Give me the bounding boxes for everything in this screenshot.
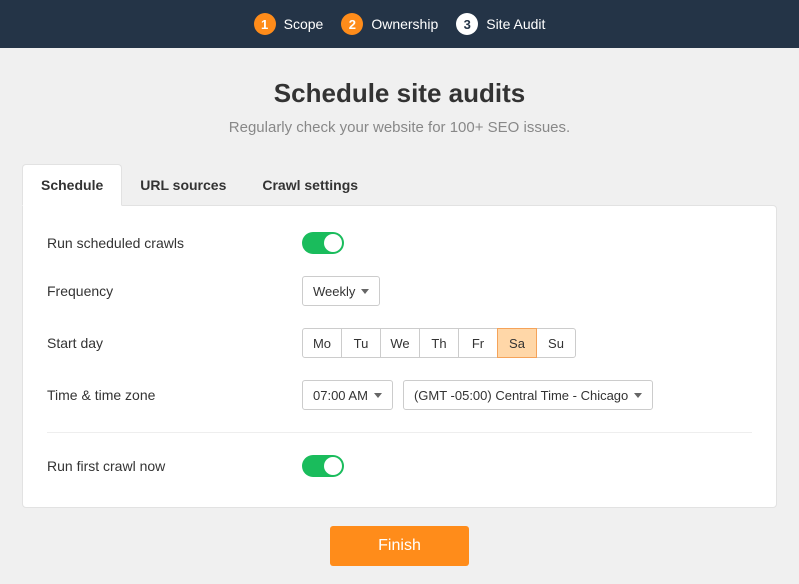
step-site-audit: 3 Site Audit [456,13,545,35]
finish-button[interactable]: Finish [330,526,469,566]
tab-url-sources[interactable]: URL sources [122,164,244,206]
run-scheduled-label: Run scheduled crawls [47,235,302,251]
tab-bar: Schedule URL sources Crawl settings [16,164,783,206]
day-we[interactable]: We [380,328,420,358]
chevron-down-icon [634,393,642,398]
step-label: Site Audit [486,16,545,32]
timezone-value: (GMT -05:00) Central Time - Chicago [414,388,628,403]
page-title: Schedule site audits [16,78,783,109]
schedule-panel: Run scheduled crawls Frequency Weekly St… [22,205,777,508]
step-badge: 3 [456,13,478,35]
time-value: 07:00 AM [313,388,368,403]
tab-schedule[interactable]: Schedule [22,164,122,206]
step-label: Scope [284,16,324,32]
chevron-down-icon [361,289,369,294]
day-su[interactable]: Su [536,328,576,358]
divider [47,432,752,433]
tab-crawl-settings[interactable]: Crawl settings [244,164,376,206]
day-sa[interactable]: Sa [497,328,537,358]
start-day-label: Start day [47,335,302,351]
step-badge: 1 [254,13,276,35]
step-label: Ownership [371,16,438,32]
frequency-select[interactable]: Weekly [302,276,380,306]
step-badge: 2 [341,13,363,35]
run-first-label: Run first crawl now [47,458,302,474]
time-select[interactable]: 07:00 AM [302,380,393,410]
chevron-down-icon [374,393,382,398]
day-tu[interactable]: Tu [341,328,381,358]
wizard-stepper: 1 Scope 2 Ownership 3 Site Audit [0,0,799,48]
day-fr[interactable]: Fr [458,328,498,358]
frequency-value: Weekly [313,284,355,299]
page-subtitle: Regularly check your website for 100+ SE… [16,119,783,136]
day-picker: Mo Tu We Th Fr Sa Su [302,328,576,358]
day-th[interactable]: Th [419,328,459,358]
step-scope: 1 Scope [254,13,324,35]
run-first-toggle[interactable] [302,455,344,477]
run-scheduled-toggle[interactable] [302,232,344,254]
timezone-select[interactable]: (GMT -05:00) Central Time - Chicago [403,380,653,410]
day-mo[interactable]: Mo [302,328,342,358]
time-tz-label: Time & time zone [47,387,302,403]
frequency-label: Frequency [47,283,302,299]
step-ownership: 2 Ownership [341,13,438,35]
